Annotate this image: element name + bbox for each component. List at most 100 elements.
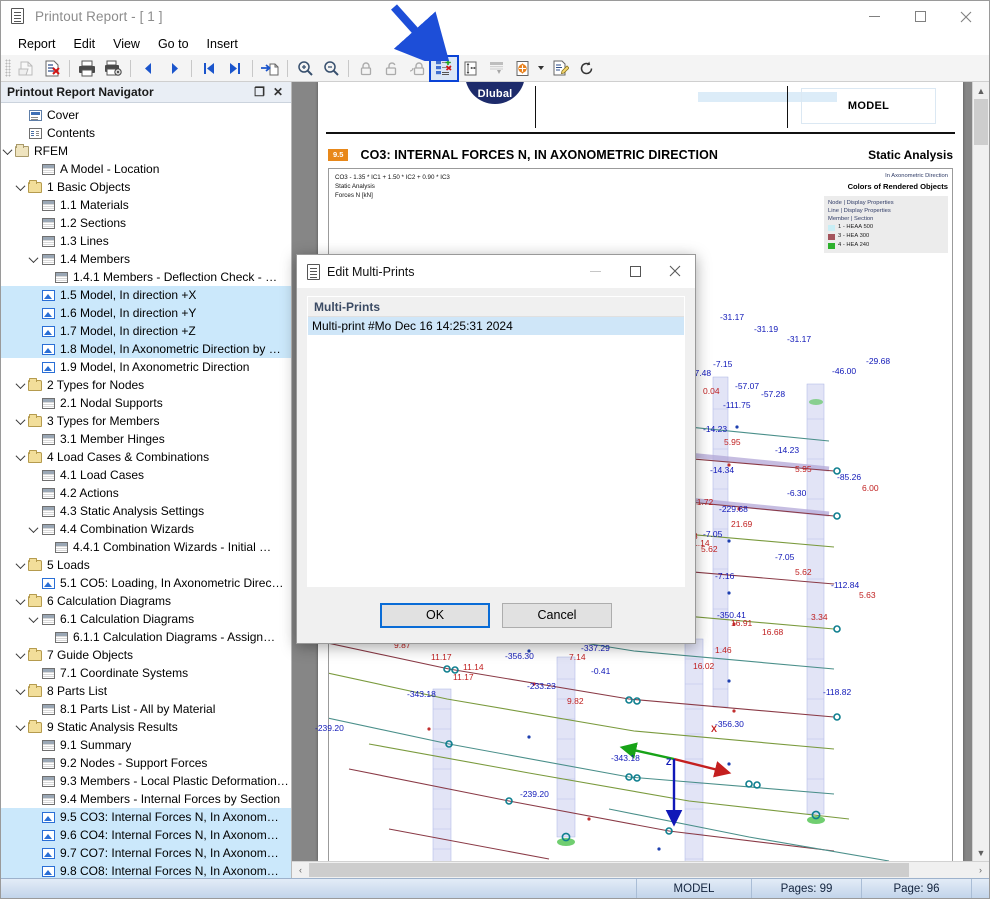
menu-view[interactable]: View xyxy=(104,35,149,53)
scroll-right-button[interactable]: › xyxy=(972,862,989,878)
dialog-close-button[interactable] xyxy=(655,255,695,287)
navigator-item[interactable]: 1.5 Model, In direction +X xyxy=(1,286,291,304)
twisty-expanded-icon[interactable] xyxy=(14,180,27,191)
twisty-expanded-icon[interactable] xyxy=(14,558,27,569)
navigator-item[interactable]: 1.9 Model, In Axonometric Direction xyxy=(1,358,291,376)
twisty-expanded-icon[interactable] xyxy=(14,684,27,695)
navigator-item[interactable]: 1.2 Sections xyxy=(1,214,291,232)
twisty-expanded-icon[interactable] xyxy=(14,648,27,659)
navigator-item[interactable]: 3 Types for Members xyxy=(1,412,291,430)
lock-open-icon[interactable] xyxy=(379,57,405,80)
scroll-up-button[interactable]: ▲ xyxy=(973,82,989,99)
navigator-item[interactable]: 1.1 Materials xyxy=(1,196,291,214)
refresh-icon[interactable] xyxy=(573,57,599,80)
navigator-tree[interactable]: Cover Contents RFEM A Model - Location 1 Bas… xyxy=(1,103,291,878)
twisty-expanded-icon[interactable] xyxy=(14,720,27,731)
navigator-undock-button[interactable]: ❐ xyxy=(254,86,265,98)
dialog-maximize-button[interactable] xyxy=(615,255,655,287)
dialog-minimize-button[interactable] xyxy=(575,255,615,287)
navigator-item[interactable]: 9.6 CO4: Internal Forces N, In Axonom… xyxy=(1,826,291,844)
navigator-item[interactable]: 4 Load Cases & Combinations xyxy=(1,448,291,466)
delete-report-icon[interactable] xyxy=(39,57,65,80)
last-page-icon[interactable] xyxy=(222,57,248,80)
twisty-expanded-icon[interactable] xyxy=(14,414,27,425)
lock-partial-icon[interactable] xyxy=(405,57,431,80)
twisty-expanded-icon[interactable] xyxy=(27,612,40,623)
twisty-expanded-icon[interactable] xyxy=(14,450,27,461)
navigator-item[interactable]: 8.1 Parts List - All by Material xyxy=(1,700,291,718)
navigator-item[interactable]: 1.6 Model, In direction +Y xyxy=(1,304,291,322)
menu-goto[interactable]: Go to xyxy=(149,35,198,53)
ok-button[interactable]: OK xyxy=(380,602,490,628)
navigator-item[interactable]: 2 Types for Nodes xyxy=(1,376,291,394)
horizontal-scroll-track[interactable] xyxy=(909,862,972,878)
navigator-item[interactable]: 9.5 CO3: Internal Forces N, In Axonom… xyxy=(1,808,291,826)
navigator-close-button[interactable]: ✕ xyxy=(273,86,283,98)
previous-page-icon[interactable] xyxy=(135,57,161,80)
zoom-out-icon[interactable] xyxy=(318,57,344,80)
navigator-item[interactable]: 6 Calculation Diagrams xyxy=(1,592,291,610)
navigator-item[interactable]: 9 Static Analysis Results xyxy=(1,718,291,736)
navigator-item[interactable]: 1.7 Model, In direction +Z xyxy=(1,322,291,340)
vertical-scroll-thumb[interactable] xyxy=(974,99,988,145)
navigator-item[interactable]: 9.1 Summary xyxy=(1,736,291,754)
scroll-left-button[interactable]: ‹ xyxy=(292,862,309,878)
edit-text-icon[interactable] xyxy=(547,57,573,80)
navigator-item[interactable]: 3.1 Member Hinges xyxy=(1,430,291,448)
navigator-item[interactable]: 8 Parts List xyxy=(1,682,291,700)
export-pdf-icon[interactable] xyxy=(509,57,535,80)
navigator-item[interactable]: A Model - Location xyxy=(1,160,291,178)
menu-edit[interactable]: Edit xyxy=(65,35,105,53)
scroll-down-button[interactable]: ▼ xyxy=(973,844,989,861)
print-icon[interactable] xyxy=(74,57,100,80)
horizontal-scroll-thumb[interactable] xyxy=(309,863,909,877)
navigator-item[interactable]: 5.1 CO5: Loading, In Axonometric Direc… xyxy=(1,574,291,592)
navigator-item[interactable]: 1.4 Members xyxy=(1,250,291,268)
minimize-button[interactable] xyxy=(851,1,897,32)
navigator-item[interactable]: 4.2 Actions xyxy=(1,484,291,502)
navigator-item[interactable]: 4.3 Static Analysis Settings xyxy=(1,502,291,520)
open-report-icon[interactable] xyxy=(13,57,39,80)
multi-prints-list-rows[interactable]: Multi-print #Mo Dec 16 14:25:31 2024 xyxy=(308,317,684,586)
zoom-in-icon[interactable] xyxy=(292,57,318,80)
go-to-page-icon[interactable] xyxy=(257,57,283,80)
maximize-button[interactable] xyxy=(897,1,943,32)
page-setup-icon[interactable] xyxy=(457,57,483,80)
navigator-item[interactable]: 6.1 Calculation Diagrams xyxy=(1,610,291,628)
cancel-button[interactable]: Cancel xyxy=(502,602,612,628)
navigator-item[interactable]: 1 Basic Objects xyxy=(1,178,291,196)
navigator-item[interactable]: RFEM xyxy=(1,142,291,160)
navigator-item[interactable]: 1.3 Lines xyxy=(1,232,291,250)
navigator-item[interactable]: 1.4.1 Members - Deflection Check - … xyxy=(1,268,291,286)
navigator-item[interactable]: 4.4.1 Combination Wizards - Initial … xyxy=(1,538,291,556)
toolbar-grip[interactable] xyxy=(5,59,11,77)
lock-closed-icon[interactable] xyxy=(353,57,379,80)
vertical-scrollbar[interactable]: ▲ ▼ xyxy=(972,82,989,861)
horizontal-scrollbar[interactable]: ‹ › xyxy=(292,861,989,878)
close-button[interactable] xyxy=(943,1,989,32)
multi-prints-listbox[interactable]: Multi-Prints Multi-print #Mo Dec 16 14:2… xyxy=(307,296,685,587)
twisty-expanded-icon[interactable] xyxy=(14,378,27,389)
twisty-expanded-icon[interactable] xyxy=(27,522,40,533)
first-page-icon[interactable] xyxy=(196,57,222,80)
page-header-footer-icon[interactable] xyxy=(483,57,509,80)
navigator-item[interactable]: 9.4 Members - Internal Forces by Section xyxy=(1,790,291,808)
twisty-expanded-icon[interactable] xyxy=(14,594,27,605)
twisty-expanded-icon[interactable] xyxy=(1,144,14,155)
print-settings-icon[interactable] xyxy=(100,57,126,80)
navigator-item[interactable]: 9.8 CO8: Internal Forces N, In Axonom… xyxy=(1,862,291,878)
navigator-item[interactable]: 9.2 Nodes - Support Forces xyxy=(1,754,291,772)
export-dropdown-caret[interactable] xyxy=(535,57,547,80)
navigator-item[interactable]: 2.1 Nodal Supports xyxy=(1,394,291,412)
edit-multi-prints-icon[interactable] xyxy=(429,54,459,82)
navigator-item[interactable]: 7 Guide Objects xyxy=(1,646,291,664)
menu-report[interactable]: Report xyxy=(9,35,65,53)
navigator-item[interactable]: Cover xyxy=(1,106,291,124)
navigator-item[interactable]: 7.1 Coordinate Systems xyxy=(1,664,291,682)
navigator-item[interactable]: Contents xyxy=(1,124,291,142)
navigator-item[interactable]: 1.8 Model, In Axonometric Direction by … xyxy=(1,340,291,358)
navigator-item[interactable]: 5 Loads xyxy=(1,556,291,574)
next-page-icon[interactable] xyxy=(161,57,187,80)
twisty-expanded-icon[interactable] xyxy=(27,252,40,263)
navigator-item[interactable]: 6.1.1 Calculation Diagrams - Assign… xyxy=(1,628,291,646)
